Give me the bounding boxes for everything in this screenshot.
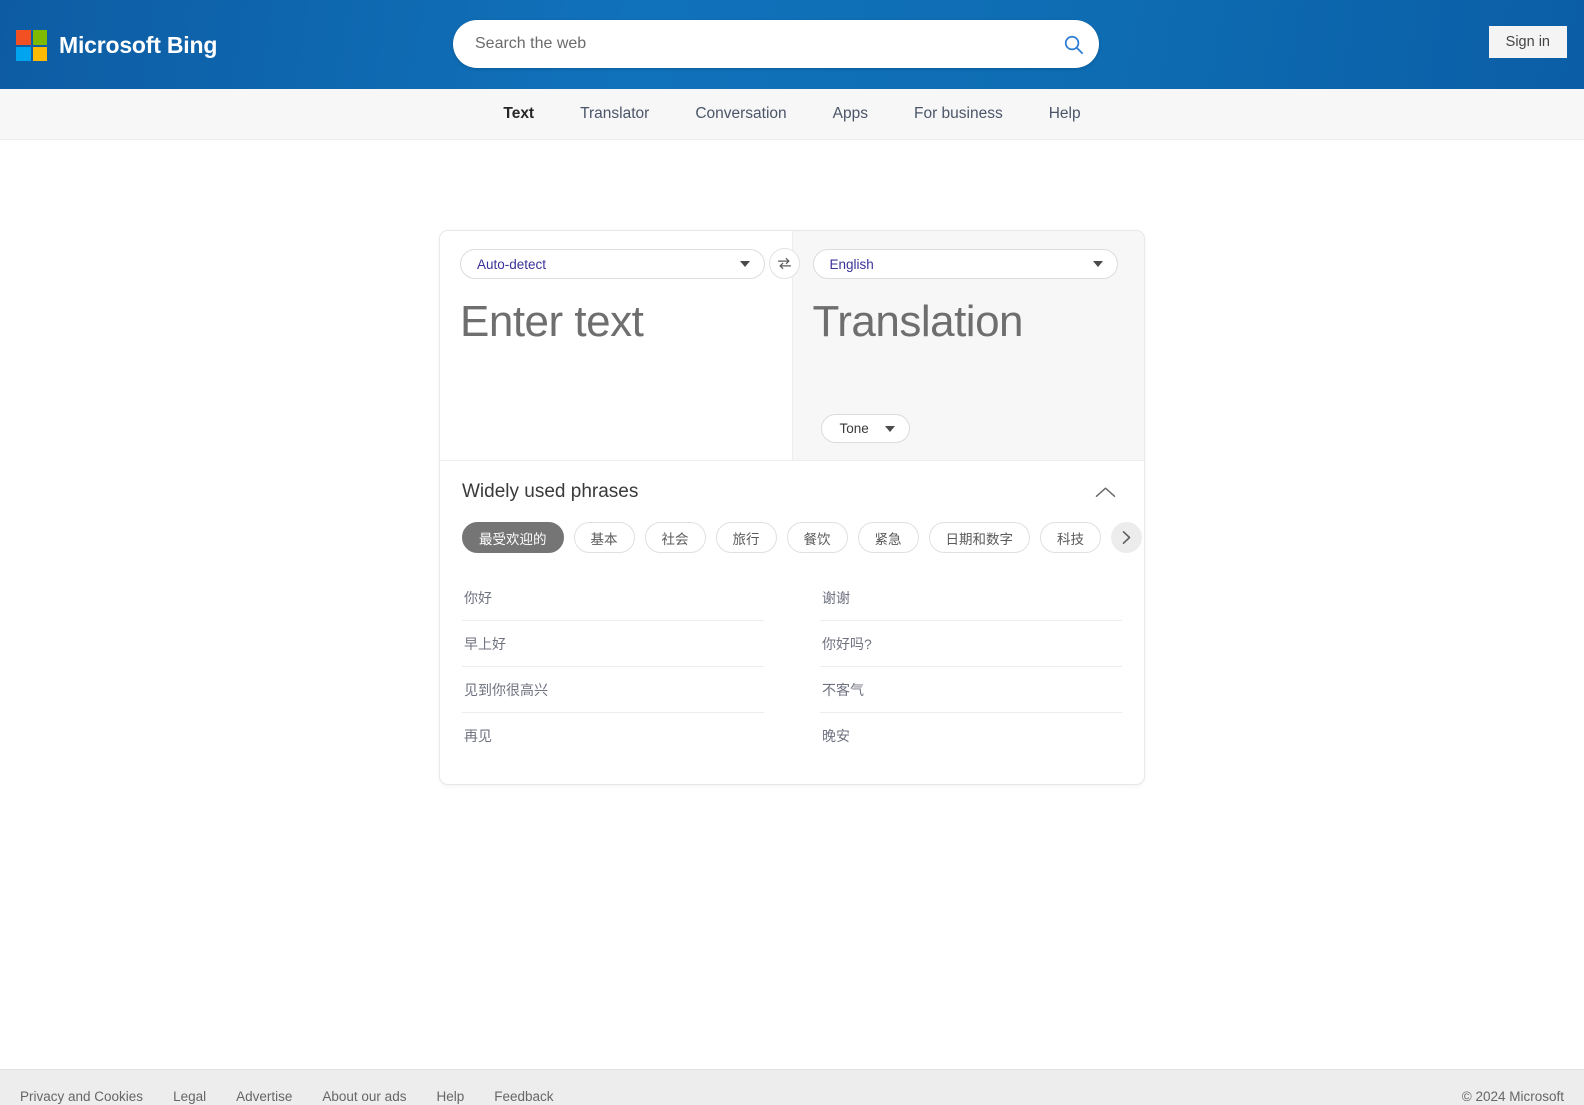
tone-select[interactable]: Tone	[820, 414, 910, 443]
source-language-label: Auto-detect	[477, 256, 547, 272]
footer-link-privacy[interactable]: Privacy and Cookies	[20, 1089, 143, 1104]
footer-link-advertise[interactable]: Advertise	[236, 1089, 292, 1104]
phrase-item[interactable]: 谢谢	[820, 575, 1122, 621]
target-language-row: English	[812, 249, 1125, 279]
chevron-up-icon	[1095, 486, 1116, 497]
copyright-text: © 2024 Microsoft	[1461, 1088, 1564, 1104]
tone-label: Tone	[839, 421, 869, 436]
nav-item-for-business[interactable]: For business	[891, 105, 1026, 123]
logo-square-bottom-right	[32, 46, 47, 61]
phrase-category-tabs: 最受欢迎的 基本 社会 旅行 餐饮 紧急 日期和数字 科技	[462, 522, 1142, 553]
footer-link-help[interactable]: Help	[436, 1089, 464, 1104]
page-footer: Privacy and Cookies Legal Advertise Abou…	[0, 1069, 1584, 1105]
translator-card: Auto-detect Enter text English Translati…	[439, 230, 1145, 785]
logo-square-top-right	[32, 30, 47, 45]
footer-link-feedback[interactable]: Feedback	[494, 1089, 553, 1104]
logo-square-bottom-left	[16, 46, 31, 61]
swap-languages-button[interactable]	[768, 248, 800, 279]
search-bar[interactable]	[453, 20, 1099, 68]
nav-item-help[interactable]: Help	[1026, 105, 1104, 123]
logo-square-top-left	[16, 30, 31, 45]
translation-output: Translation	[812, 297, 1024, 346]
phrase-item[interactable]: 见到你很高兴	[462, 667, 764, 713]
source-text-input[interactable]: Enter text	[460, 297, 772, 348]
widely-used-phrases-section: Widely used phrases 最受欢迎的 基本 社会 旅行 餐饮 紧急…	[440, 460, 1144, 784]
footer-links: Privacy and Cookies Legal Advertise Abou…	[20, 1089, 554, 1104]
nav-item-conversation[interactable]: Conversation	[672, 105, 809, 123]
target-language-label: English	[829, 256, 874, 272]
chevron-down-icon	[884, 425, 895, 432]
phrase-list: 你好 谢谢 早上好 你好吗? 见到你很高兴 不客气 再见 晚安	[462, 575, 1122, 758]
category-pill-most-popular[interactable]: 最受欢迎的	[462, 522, 564, 553]
target-pane: English Translation Tone	[768, 231, 1144, 460]
phrase-item[interactable]: 早上好	[462, 621, 764, 667]
phrase-item[interactable]: 再见	[462, 713, 764, 758]
search-submit-button[interactable]	[1047, 21, 1099, 67]
categories-next-button[interactable]	[1111, 522, 1142, 553]
search-icon	[1064, 35, 1083, 54]
category-pill-technology[interactable]: 科技	[1040, 522, 1101, 553]
swap-arrows-icon	[777, 257, 791, 270]
page-body: Auto-detect Enter text English Translati…	[0, 140, 1584, 1069]
category-pill-dates-numbers[interactable]: 日期和数字	[928, 522, 1030, 553]
top-header: Microsoft Bing Sign in	[0, 0, 1584, 89]
main-navigation: Text Translator Conversation Apps For bu…	[0, 89, 1584, 140]
nav-item-text[interactable]: Text	[480, 105, 557, 123]
phrase-item[interactable]: 晚安	[820, 713, 1122, 758]
phrase-item[interactable]: 你好	[462, 575, 764, 621]
phrase-item[interactable]: 你好吗?	[820, 621, 1122, 667]
search-input[interactable]	[453, 35, 1047, 53]
source-language-select[interactable]: Auto-detect	[460, 249, 765, 279]
source-language-row: Auto-detect	[460, 249, 772, 279]
source-pane: Auto-detect Enter text	[440, 231, 793, 460]
footer-link-legal[interactable]: Legal	[173, 1089, 206, 1104]
nav-item-translator[interactable]: Translator	[557, 105, 672, 123]
brand-name-label: Microsoft Bing	[59, 32, 218, 58]
category-pill-basic[interactable]: 基本	[573, 522, 635, 553]
chevron-down-icon	[1092, 261, 1103, 267]
phrases-title: Widely used phrases	[462, 481, 639, 502]
chevron-down-icon	[740, 261, 750, 267]
category-pill-emergency[interactable]: 紧急	[857, 522, 919, 553]
bing-brand-logo[interactable]: Microsoft Bing	[16, 30, 217, 61]
chevron-right-icon	[1122, 531, 1131, 544]
category-pill-social[interactable]: 社会	[644, 522, 706, 553]
category-pill-travel[interactable]: 旅行	[715, 522, 777, 553]
nav-item-apps[interactable]: Apps	[810, 105, 891, 123]
phrase-item[interactable]: 不客气	[820, 667, 1122, 713]
footer-link-about-ads[interactable]: About our ads	[322, 1089, 406, 1104]
phrases-collapse-button[interactable]	[1089, 482, 1122, 503]
translator-panes: Auto-detect Enter text English Translati…	[440, 231, 1144, 460]
target-language-select[interactable]: English	[812, 249, 1118, 279]
sign-in-button[interactable]: Sign in	[1488, 26, 1567, 58]
microsoft-logo-icon	[16, 30, 47, 61]
category-pill-dining[interactable]: 餐饮	[786, 522, 848, 553]
phrases-header: Widely used phrases	[462, 481, 1122, 503]
